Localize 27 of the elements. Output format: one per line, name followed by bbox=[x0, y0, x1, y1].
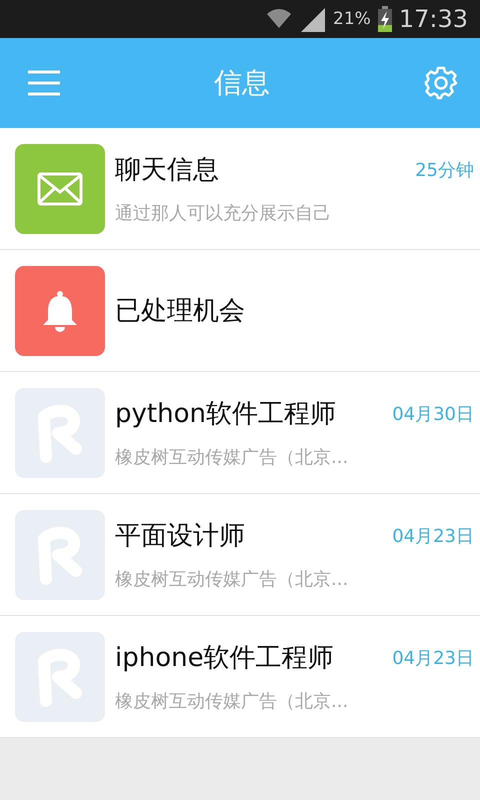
message-preview: 橡皮树互动传媒广告（北京... bbox=[115, 446, 350, 469]
bell-icon bbox=[15, 266, 105, 356]
message-row[interactable]: 平面设计师 04月23日 橡皮树互动传媒广告（北京... bbox=[0, 494, 480, 616]
message-row[interactable]: iphone软件工程师 04月23日 橡皮树互动传媒广告（北京... bbox=[0, 616, 480, 738]
settings-icon[interactable] bbox=[424, 66, 458, 100]
clock-time: 17:33 bbox=[398, 5, 468, 33]
message-title: 聊天信息 bbox=[115, 154, 219, 187]
message-time: 04月30日 bbox=[392, 402, 474, 426]
message-title: 平面设计师 bbox=[115, 520, 245, 553]
message-time: 04月23日 bbox=[392, 646, 474, 670]
signal-icon bbox=[299, 6, 328, 32]
message-title: 已处理机会 bbox=[115, 295, 245, 328]
mail-icon bbox=[15, 144, 105, 234]
message-row[interactable]: python软件工程师 04月30日 橡皮树互动传媒广告（北京... bbox=[0, 372, 480, 494]
message-row[interactable]: 已处理机会 bbox=[0, 250, 480, 372]
message-time: 25分钟 bbox=[415, 158, 474, 182]
message-time: 04月23日 bbox=[392, 524, 474, 548]
message-preview: 橡皮树互动传媒广告（北京... bbox=[115, 568, 350, 591]
header-title: 信息 bbox=[214, 65, 270, 101]
message-title: python软件工程师 bbox=[115, 398, 336, 431]
message-preview: 通过那人可以充分展示自己 bbox=[115, 202, 332, 225]
battery-charging-icon bbox=[376, 6, 393, 32]
message-row[interactable]: 聊天信息 25分钟 通过那人可以充分展示自己 bbox=[0, 128, 480, 250]
message-title: iphone软件工程师 bbox=[115, 642, 334, 675]
battery-percentage: 21% bbox=[333, 9, 371, 29]
message-preview: 橡皮树互动传媒广告（北京... bbox=[115, 690, 350, 713]
menu-icon[interactable] bbox=[28, 70, 60, 96]
